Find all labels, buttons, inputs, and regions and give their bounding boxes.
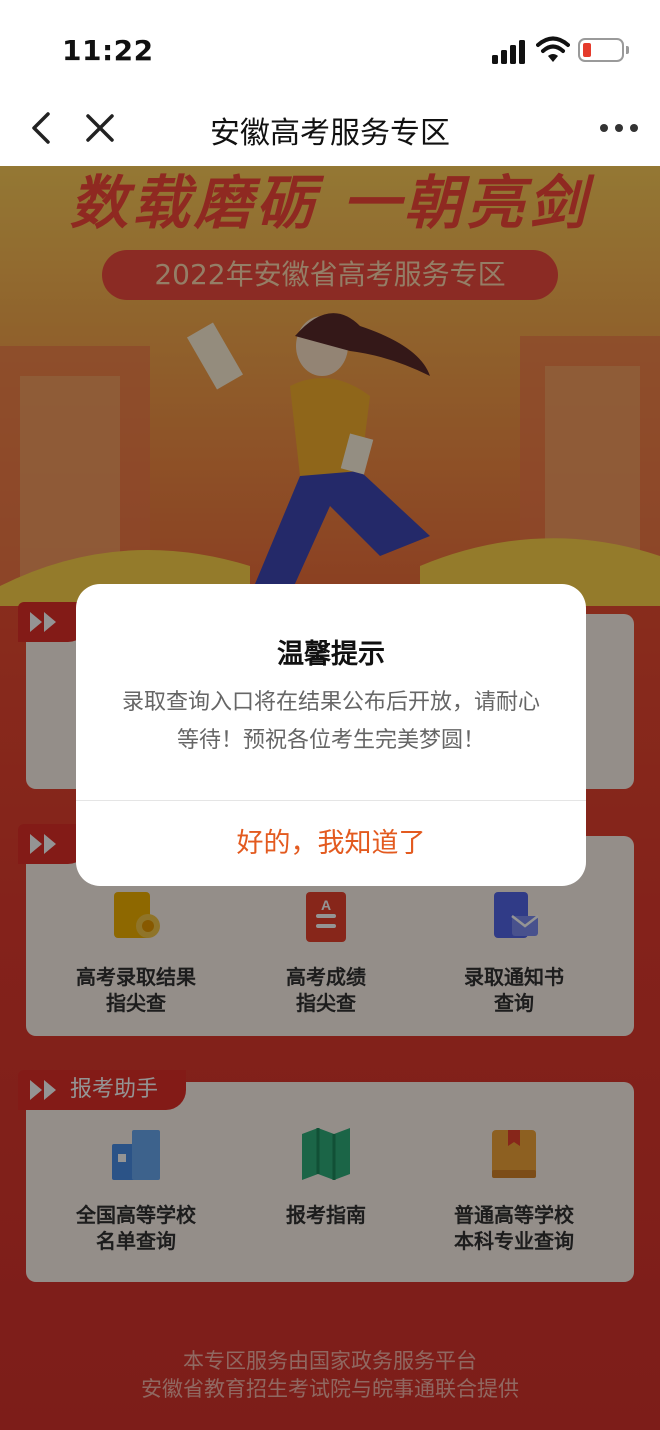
- dialog-message: 录取查询入口将在结果公布后开放，请耐心等待！预祝各位考生完美梦圆！: [121, 690, 540, 753]
- dialog-title: 温馨提示: [277, 639, 385, 670]
- status-time: 11:22: [62, 34, 154, 67]
- more-icon[interactable]: [600, 124, 640, 134]
- status-bar: 11:22: [0, 0, 660, 90]
- battery-icon: [578, 38, 629, 62]
- cellular-signal-icon: [492, 38, 530, 64]
- notice-dialog: 温馨提示 录取查询入口将在结果公布后开放，请耐心等待！预祝各位考生完美梦圆！ 好…: [76, 584, 586, 886]
- page-title: 安徽高考服务专区: [210, 116, 450, 151]
- wifi-icon: [536, 36, 570, 62]
- confirm-button[interactable]: 好的，我知道了: [76, 801, 586, 886]
- nav-bar: 安徽高考服务专区: [0, 90, 660, 166]
